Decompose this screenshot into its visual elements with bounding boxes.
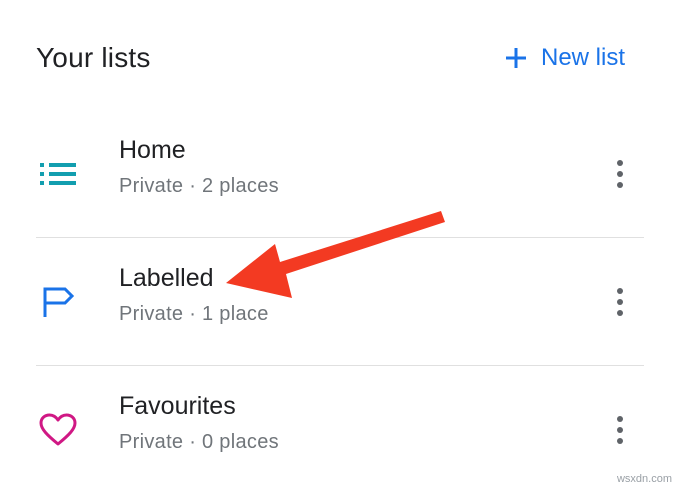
list-item-favourites[interactable]: Favourites Private · 0 places [0,366,680,494]
new-list-button[interactable]: New list [505,44,625,72]
list-name: Home [119,136,186,164]
new-list-label: New list [540,44,625,71]
list-meta: Private · 1 place [119,303,269,325]
more-options-icon[interactable] [604,404,636,456]
more-options-icon[interactable] [604,148,636,200]
flag-icon [38,282,78,322]
list-item-home[interactable]: Home Private · 2 places [0,110,680,238]
watermark: wsxdn.com [616,473,672,485]
plus-icon [505,48,526,68]
list-meta: Private · 0 places [119,431,279,453]
list-name: Favourites [119,392,236,420]
lists-header: Your lists New list [0,0,680,100]
more-options-icon[interactable] [604,276,636,328]
heart-icon [38,410,78,450]
page-title: Your lists [36,42,151,73]
list-icon [38,154,78,194]
list-meta: Private · 2 places [119,175,279,197]
list-name: Labelled [119,264,214,292]
list-item-labelled[interactable]: Labelled Private · 1 place [0,238,680,366]
